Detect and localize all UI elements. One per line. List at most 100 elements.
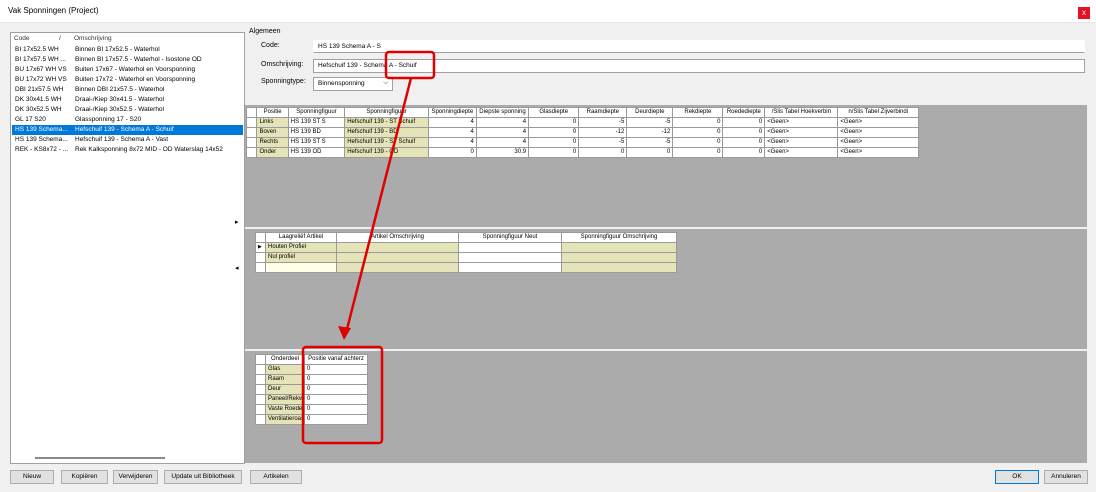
row-header-cell[interactable] [255,394,266,405]
list-item[interactable]: HS 139 Schema... Hefschuif 139 - Schema A… [12,135,243,145]
close-button[interactable]: x [1078,7,1090,19]
grid-cell[interactable]: <Geen> [837,147,919,158]
list-item-selected[interactable]: HS 139 Schema... Hefschuif 139 - Schema A… [12,125,243,135]
row-header-cell[interactable] [245,117,258,128]
grid-cell[interactable]: 0 [304,384,368,395]
annuleren-button[interactable]: Annuleren [1044,470,1088,484]
list-item[interactable]: DBI 21x57.5 WH Binnen DBI 21x57.5 - Water… [12,85,243,95]
code-field[interactable]: HS 139 Schema A - S [313,40,1085,53]
grid-cell[interactable]: 0 [427,147,477,158]
omschrijving-field[interactable]: Hefschuif 139 - Schema A - Schuif [313,59,1085,73]
grid-cell[interactable]: 0 [528,137,580,148]
grid-cell[interactable]: 0 [672,117,724,128]
grid-cell[interactable]: -5 [578,137,628,148]
grid-cell[interactable]: 0 [304,394,368,405]
grid-cell[interactable]: <Geen> [764,147,839,158]
list-item[interactable]: BI 17x57.5 WH ... Binnen BI 17x57.5 - Wat… [12,55,243,65]
grid-cell[interactable]: 4 [475,117,530,128]
table-row[interactable]: Ventilatieroaste0 [255,414,368,425]
grid-cell[interactable]: <Geen> [764,127,839,138]
grid-cell[interactable]: <Geen> [764,117,839,128]
column-header[interactable]: n/Slis Tabel Zijverbindi [837,107,919,118]
column-header[interactable]: Artikel Omschrijving [336,232,459,243]
table-row[interactable]: Paneel/Rekwerk0 [255,394,368,405]
column-header[interactable]: Positie [256,107,289,118]
list-item[interactable]: BI 17x52.5 WH Binnen BI 17x52.5 - Waterho… [12,45,243,55]
grid-cell[interactable]: <Geen> [837,117,919,128]
column-header[interactable]: Glasdiepte [528,107,580,118]
kopieren-button[interactable]: Kopiëren [61,470,108,484]
table-row[interactable]: Links HS 139 ST S Hefschuif 139 - ST Sch… [245,117,919,128]
list-item[interactable]: DK 30x41.5 WH Draai-/Kiep 30x41.5 - Water… [12,95,243,105]
row-header-cell[interactable] [255,252,266,263]
grid-cell[interactable]: 0 [672,137,724,148]
column-header[interactable]: Deurdiepte [626,107,674,118]
ok-button[interactable]: OK [995,470,1039,484]
grid-cell[interactable]: HS 139 OD [287,147,346,158]
grid-cell[interactable] [458,252,562,263]
list-item[interactable]: DK 30x52.5 WH Draai-/Kiep 30x52.5 - Water… [12,105,243,115]
grid-cell[interactable]: Houten Profiel [265,242,337,253]
sponningtype-select[interactable]: Binnensponning ⌵ [313,77,393,91]
table-row[interactable]: Onder HS 139 OD Hefschuif 139 - OD 0 30.… [245,147,919,158]
column-header[interactable]: /Slis Tabel Hoekverbin [764,107,839,118]
row-header-cell[interactable] [255,262,266,273]
row-header-cell[interactable] [245,137,258,148]
column-header[interactable]: Diepste sponning [475,107,530,118]
grid-cell[interactable]: 0 [304,414,368,425]
grid-cell[interactable]: <Geen> [764,137,839,148]
grid-cell[interactable]: 0 [578,147,628,158]
grid-cell[interactable]: 30.9 [475,147,530,158]
splitter-collapse-icon[interactable]: ◂ [235,264,239,272]
list-item[interactable]: BU 17x72 WH VS Buiten 17x72 - Waterhol en… [12,75,243,85]
grid-cell[interactable]: 0 [528,127,580,138]
grid-cell[interactable]: -5 [626,137,674,148]
row-header-cell[interactable] [245,127,258,138]
sponning-list[interactable]: Code / Omschrijving BI 17x52.5 WH Binnen … [10,32,245,464]
grid-cell[interactable]: 0 [722,117,766,128]
grid-cell[interactable]: -12 [578,127,628,138]
horizontal-scrollbar-thumb[interactable] [35,457,165,459]
table-row[interactable] [255,262,677,273]
list-item[interactable]: REK - KS8x72 - ... Rek Kalksponning 8x72 … [12,145,243,155]
row-header-cell[interactable] [255,364,266,375]
table-row[interactable]: Raam 0 [255,374,368,385]
column-header[interactable]: Laagreliëf Artikel [265,232,337,243]
row-header-cell[interactable] [255,374,266,385]
grid-cell[interactable]: 0 [722,137,766,148]
current-row-indicator-icon[interactable]: ▶ [255,242,266,253]
grid-cell[interactable]: <Geen> [837,137,919,148]
nieuw-button[interactable]: Nieuw [10,470,54,484]
grid-cell[interactable]: 0 [528,147,580,158]
grid-cell[interactable]: 0 [626,147,674,158]
row-header-cell[interactable] [255,404,266,415]
list-item[interactable]: GL 17 S20 Glassponning 17 - S20 [12,115,243,125]
column-header[interactable]: Onderdeel [265,354,305,365]
row-header-cell[interactable] [245,147,258,158]
grid-cell[interactable]: 0 [722,127,766,138]
column-header[interactable]: Roedediepte [722,107,766,118]
grid-cell[interactable]: 4 [475,127,530,138]
column-header[interactable]: Raamdiepte [578,107,628,118]
update-uit-bibliotheek-button[interactable]: Update uit Bibliotheek [164,470,242,484]
splitter-expand-icon[interactable]: ▸ [235,218,239,226]
grid-cell[interactable]: 0 [672,147,724,158]
table-row[interactable]: Glas 0 [255,364,368,375]
artikelen-button[interactable]: Artikelen [250,470,302,484]
grid-cell[interactable]: -12 [626,127,674,138]
grid-cell[interactable]: -5 [578,117,628,128]
column-header[interactable]: Sponningfiguur [287,107,346,118]
table-row[interactable]: Vaste Roedes 0 [255,404,368,415]
table-row[interactable]: ▶ Houten Profiel [255,242,677,253]
grid-cell[interactable]: <Geen> [837,127,919,138]
grid-cell[interactable] [265,262,337,273]
grid-cell[interactable]: 0 [528,117,580,128]
column-header[interactable]: Sponningdiepte [427,107,477,118]
table-row[interactable]: Boven HS 139 BD Hefschuif 139 - BD 4 4 0… [245,127,919,138]
grid-cell[interactable] [458,242,562,253]
grid-cell[interactable]: HS 139 ST S [287,137,346,148]
table-row[interactable]: Deur 0 [255,384,368,395]
table-row[interactable]: Rechts HS 139 ST S Hefschuif 139 - ST Sc… [245,137,919,148]
grid-cell[interactable]: HS 139 BD [287,127,346,138]
row-header-cell[interactable] [255,414,266,425]
